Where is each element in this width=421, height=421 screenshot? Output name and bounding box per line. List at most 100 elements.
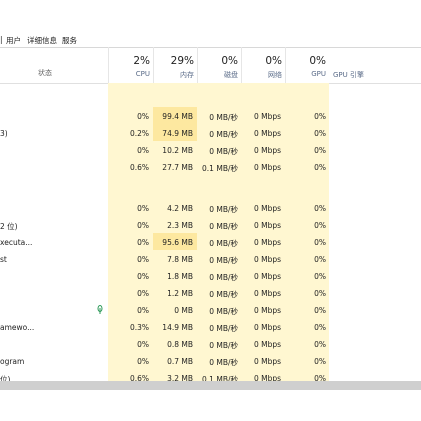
disk-cell: 0 MB/秒 [209, 130, 238, 139]
mem-cell: 95.6 MB [162, 238, 193, 247]
disk-cell: 0 MB/秒 [209, 358, 238, 367]
tab-details[interactable]: 详细信息 [27, 35, 57, 46]
table-row[interactable]: 0.6% 27.7 MB 0.1 MB/秒 0 Mbps 0% [0, 158, 421, 175]
cpu-header-label: CPU [135, 70, 150, 78]
process-name: st [0, 255, 7, 264]
table-row[interactable]: st 0% 7.8 MB 0 MB/秒 0 Mbps 0% [0, 250, 421, 267]
gpu-cell: 0% [314, 129, 326, 138]
disk-cell: 0 MB/秒 [209, 273, 238, 282]
gpu-cell: 0% [314, 238, 326, 247]
net-cell: 0 Mbps [253, 306, 281, 315]
network-total-percent: 0% [265, 55, 282, 67]
cpu-cell: 0% [137, 221, 149, 230]
net-cell: 0 Mbps [253, 238, 281, 247]
gpu-engine-column-header[interactable]: GPU 引擎 [333, 70, 364, 80]
table-row[interactable]: 0% 0.8 MB 0 MB/秒 0 Mbps 0% [0, 335, 421, 352]
disk-column-header[interactable]: 0% 磁盘 [197, 47, 241, 83]
gpu-header-label: GPU [311, 70, 326, 78]
gpu-cell: 0% [314, 289, 326, 298]
process-name: xecuta... [0, 238, 33, 247]
gpu-cell: 0% [314, 112, 326, 121]
net-cell: 0 Mbps [253, 255, 281, 264]
gpu-cell: 0% [314, 357, 326, 366]
mem-cell: 2.3 MB [167, 221, 193, 230]
cpu-total-percent: 2% [133, 55, 150, 67]
disk-cell: 0 MB/秒 [209, 307, 238, 316]
disk-cell: 0 MB/秒 [209, 324, 238, 333]
cpu-cell: 0% [137, 272, 149, 281]
mem-cell: 4.2 MB [167, 204, 193, 213]
mem-cell: 10.2 MB [162, 146, 193, 155]
table-row[interactable]: 2 位) 0% 2.3 MB 0 MB/秒 0 Mbps 0% [0, 216, 421, 233]
process-name: 2 位) [0, 222, 18, 231]
disk-cell: 0 MB/秒 [209, 147, 238, 156]
cpu-cell: 0% [137, 112, 149, 121]
cpu-cell: 0% [137, 289, 149, 298]
table-row[interactable]: 0% 1.8 MB 0 MB/秒 0 Mbps 0% [0, 267, 421, 284]
memory-total-percent: 29% [170, 55, 194, 67]
tab-edge-marker: | [0, 35, 3, 44]
net-cell: 0 Mbps [253, 163, 281, 172]
mem-cell: 0 MB [174, 306, 193, 315]
mem-cell: 0.8 MB [167, 340, 193, 349]
net-cell: 0 Mbps [253, 112, 281, 121]
table-row[interactable]: 0% 4.2 MB 0 MB/秒 0 Mbps 0% [0, 199, 421, 216]
memory-column-header[interactable]: 29% 内存 [153, 47, 197, 83]
net-cell: 0 Mbps [253, 289, 281, 298]
net-cell: 0 Mbps [253, 357, 281, 366]
disk-total-percent: 0% [221, 55, 238, 67]
cpu-cell: 0% [137, 238, 149, 247]
disk-cell: 0 MB/秒 [209, 290, 238, 299]
mem-cell: 27.7 MB [162, 163, 193, 172]
table-row[interactable]: 0% 10.2 MB 0 MB/秒 0 Mbps 0% [0, 141, 421, 158]
net-cell: 0 Mbps [253, 323, 281, 332]
process-name: amewo... [0, 323, 35, 332]
process-name: ogram [0, 357, 25, 366]
table-row[interactable]: ogram 0% 0.7 MB 0 MB/秒 0 Mbps 0% [0, 352, 421, 369]
table-row[interactable]: 0% 0 MB 0 MB/秒 0 Mbps 0% [0, 301, 421, 318]
mem-cell: 0.7 MB [167, 357, 193, 366]
cpu-cell: 0% [137, 357, 149, 366]
table-row[interactable]: amewo... 0.3% 14.9 MB 0 MB/秒 0 Mbps 0% [0, 318, 421, 335]
net-cell: 0 Mbps [253, 146, 281, 155]
cpu-column-header[interactable]: 2% CPU [108, 47, 153, 83]
gpu-cell: 0% [314, 306, 326, 315]
disk-cell: 0 MB/秒 [209, 256, 238, 265]
table-row[interactable]: 0% 99.4 MB 0 MB/秒 0 Mbps 0% [0, 107, 421, 124]
mem-cell: 99.4 MB [162, 112, 193, 121]
cpu-cell: 0.6% [129, 163, 149, 172]
gpu-cell: 0% [314, 340, 326, 349]
net-cell: 0 Mbps [253, 221, 281, 230]
disk-cell: 0 MB/秒 [209, 113, 238, 122]
mem-cell: 14.9 MB [162, 323, 193, 332]
net-cell: 0 Mbps [253, 340, 281, 349]
net-cell: 0 Mbps [253, 204, 281, 213]
gpu-column-header[interactable]: 0% GPU [285, 47, 329, 83]
tab-strip: | 用户 详细信息 服务 [0, 34, 421, 48]
tab-services[interactable]: 服务 [62, 35, 77, 46]
status-column-header[interactable]: 状态 [38, 68, 52, 78]
table-row[interactable]: xecuta... 0% 95.6 MB 0 MB/秒 0 Mbps 0% [0, 233, 421, 250]
memory-header-label: 内存 [180, 71, 194, 79]
net-cell: 0 Mbps [253, 272, 281, 281]
cpu-cell: 0% [137, 146, 149, 155]
table-row[interactable]: 0% 1.2 MB 0 MB/秒 0 Mbps 0% [0, 284, 421, 301]
disk-cell: 0 MB/秒 [209, 341, 238, 350]
cpu-cell: 0% [137, 255, 149, 264]
cpu-cell: 0.3% [129, 323, 149, 332]
network-column-header[interactable]: 0% 网络 [241, 47, 285, 83]
window-top-area [0, 0, 421, 34]
tab-users[interactable]: 用户 [6, 35, 21, 46]
gpu-cell: 0% [314, 146, 326, 155]
disk-header-label: 磁盘 [224, 71, 238, 79]
mem-cell: 1.8 MB [167, 272, 193, 281]
gpu-cell: 0% [314, 204, 326, 213]
disk-cell: 0 MB/秒 [209, 239, 238, 248]
mem-cell: 7.8 MB [167, 255, 193, 264]
efficiency-leaf-icon [97, 305, 103, 314]
horizontal-scrollbar[interactable] [0, 381, 421, 390]
cpu-cell: 0% [137, 340, 149, 349]
table-row[interactable]: 3) 0.2% 74.9 MB 0 MB/秒 0 Mbps 0% [0, 124, 421, 141]
mem-cell: 1.2 MB [167, 289, 193, 298]
cpu-cell: 0% [137, 204, 149, 213]
